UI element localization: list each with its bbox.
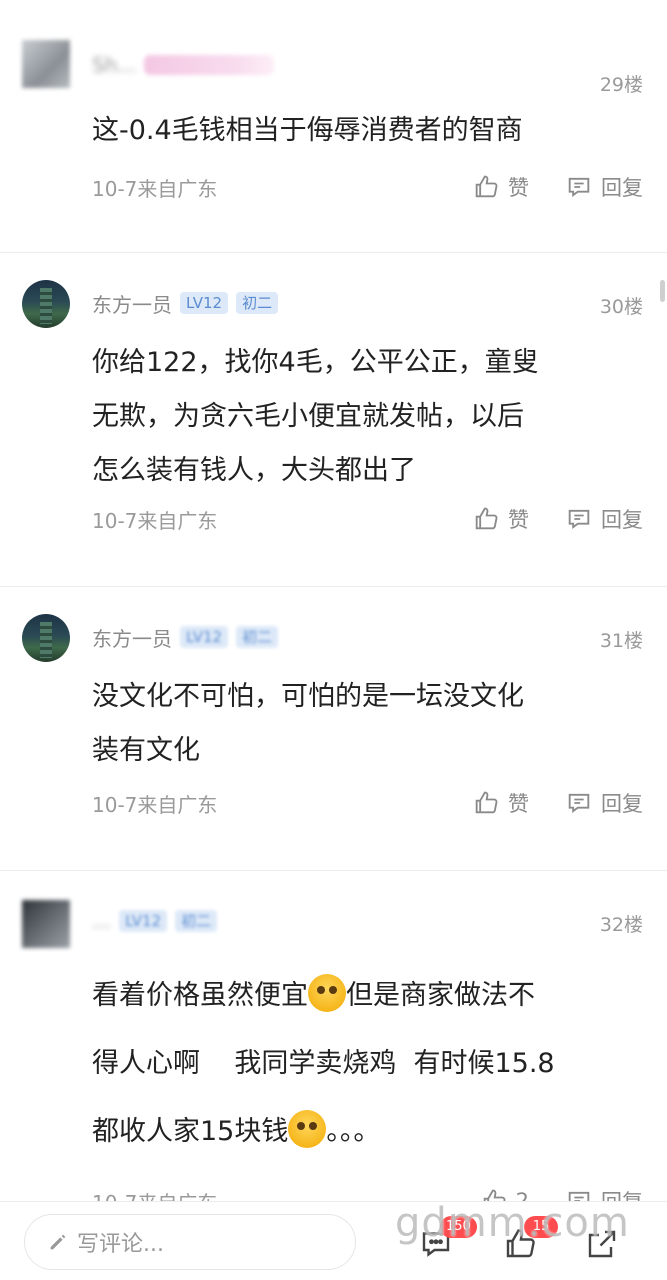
- user-info: 东方一员 LV12 初二: [92, 622, 279, 652]
- content-text: 。。。: [326, 1116, 381, 1147]
- floor-number: 32楼: [599, 914, 643, 936]
- floor-number: 31楼: [599, 630, 643, 652]
- post-meta: 10-7来自广东 赞 回复: [92, 504, 643, 534]
- reply-post: Sh... 29楼 这-0.4毛钱相当于侮辱消费者的智商 10-7来自广东 赞 …: [0, 16, 667, 253]
- floor-number: 30楼: [599, 296, 643, 318]
- content-line: 这-0.4毛钱相当于侮辱消费者的智商: [92, 115, 523, 146]
- tongue-emoji-icon: [308, 974, 346, 1012]
- avatar[interactable]: [22, 614, 70, 662]
- grade-badge: 初二: [236, 292, 279, 314]
- content-line: 无欺，为贪六毛小便宜就发帖，以后: [92, 401, 524, 432]
- blurred-name-region: [144, 55, 275, 75]
- reply-button[interactable]: 回复: [565, 788, 643, 818]
- username[interactable]: ...: [92, 909, 111, 933]
- reply-button[interactable]: 回复: [565, 504, 643, 534]
- crying-emoji-icon: [288, 1110, 327, 1148]
- level-badge: LV12: [119, 910, 168, 932]
- watermark: gdmm.com: [395, 1200, 630, 1246]
- floor-number: 29楼: [599, 74, 643, 96]
- input-placeholder: 写评论...: [77, 1232, 164, 1257]
- avatar[interactable]: [22, 900, 70, 948]
- reply-label: 回复: [601, 176, 643, 200]
- thumbs-up-icon: [475, 791, 498, 814]
- content-line: 装有文化: [92, 735, 200, 766]
- avatar[interactable]: [22, 40, 70, 88]
- content-line: 都收人家15块钱 。。。: [92, 1098, 627, 1166]
- comment-bubble-icon: [568, 177, 590, 198]
- post-date: 10-7来自广东: [92, 792, 218, 817]
- reply-post: 东方一员 LV12 初二 30楼 你给122，找你4毛，公平公正，童叟 无欺，为…: [0, 252, 667, 587]
- comment-input[interactable]: 写评论...: [24, 1214, 356, 1270]
- content-text: 都收人家15块钱: [92, 1116, 289, 1147]
- username[interactable]: 东方一员: [92, 289, 172, 318]
- like-button[interactable]: 赞: [472, 788, 529, 818]
- post-date: 10-7来自广东: [92, 508, 218, 533]
- post-content: 没文化不可怕，可怕的是一坛没文化 装有文化: [92, 670, 627, 778]
- content-text: 看着价格虽然便宜: [92, 980, 308, 1011]
- user-info: Sh...: [92, 50, 275, 80]
- post-content: 你给122，找你4毛，公平公正，童叟 无欺，为贪六毛小便宜就发帖，以后 怎么装有…: [92, 336, 627, 498]
- user-info: 东方一员 LV12 初二: [92, 288, 279, 318]
- reply-post: 东方一员 LV12 初二 31楼 没文化不可怕，可怕的是一坛没文化 装有文化 1…: [0, 586, 667, 871]
- username[interactable]: 东方一员: [92, 623, 172, 652]
- thumbs-up-icon: [475, 507, 498, 530]
- like-label: 赞: [508, 792, 529, 816]
- user-info: ... LV12 初二: [92, 906, 218, 936]
- comment-bubble-icon: [568, 793, 590, 814]
- post-date: 10-7来自广东: [92, 176, 218, 201]
- avatar[interactable]: [22, 280, 70, 328]
- content-line: 怎么装有钱人，大头都出了: [92, 455, 416, 486]
- username[interactable]: Sh...: [92, 53, 136, 77]
- like-button[interactable]: 赞: [472, 172, 529, 202]
- thread-page: Sh... 29楼 这-0.4毛钱相当于侮辱消费者的智商 10-7来自广东 赞 …: [0, 0, 667, 1280]
- post-content: 看着价格虽然便宜 但是商家做法不 得人心啊 我同学卖烧鸡 有时候15.8 都收人家…: [92, 962, 627, 1166]
- reply-label: 回复: [601, 508, 643, 532]
- post-meta: 10-7来自广东 赞 回复: [92, 788, 643, 818]
- post-content: 这-0.4毛钱相当于侮辱消费者的智商: [92, 104, 627, 158]
- like-label: 赞: [508, 508, 529, 532]
- content-line: 你给122，找你4毛，公平公正，童叟: [92, 347, 539, 378]
- scrollbar[interactable]: [660, 280, 665, 302]
- like-label: 赞: [508, 176, 529, 200]
- grade-badge: 初二: [236, 626, 279, 648]
- content-line: 得人心啊 我同学卖烧鸡 有时候15.8: [92, 1048, 555, 1079]
- content-line: 没文化不可怕，可怕的是一坛没文化: [92, 681, 524, 712]
- reply-label: 回复: [601, 792, 643, 816]
- content-line: 看着价格虽然便宜 但是商家做法不: [92, 962, 627, 1030]
- thumbs-up-icon: [475, 175, 498, 198]
- comment-bubble-icon: [568, 509, 590, 530]
- like-button[interactable]: 赞: [472, 504, 529, 534]
- reply-button[interactable]: 回复: [565, 172, 643, 202]
- content-text: 但是商家做法不: [346, 980, 535, 1011]
- grade-badge: 初二: [175, 910, 218, 932]
- post-meta: 10-7来自广东 赞 回复: [92, 172, 643, 202]
- pencil-icon: [50, 1234, 66, 1250]
- level-badge: LV12: [180, 626, 229, 648]
- level-badge: LV12: [180, 292, 229, 314]
